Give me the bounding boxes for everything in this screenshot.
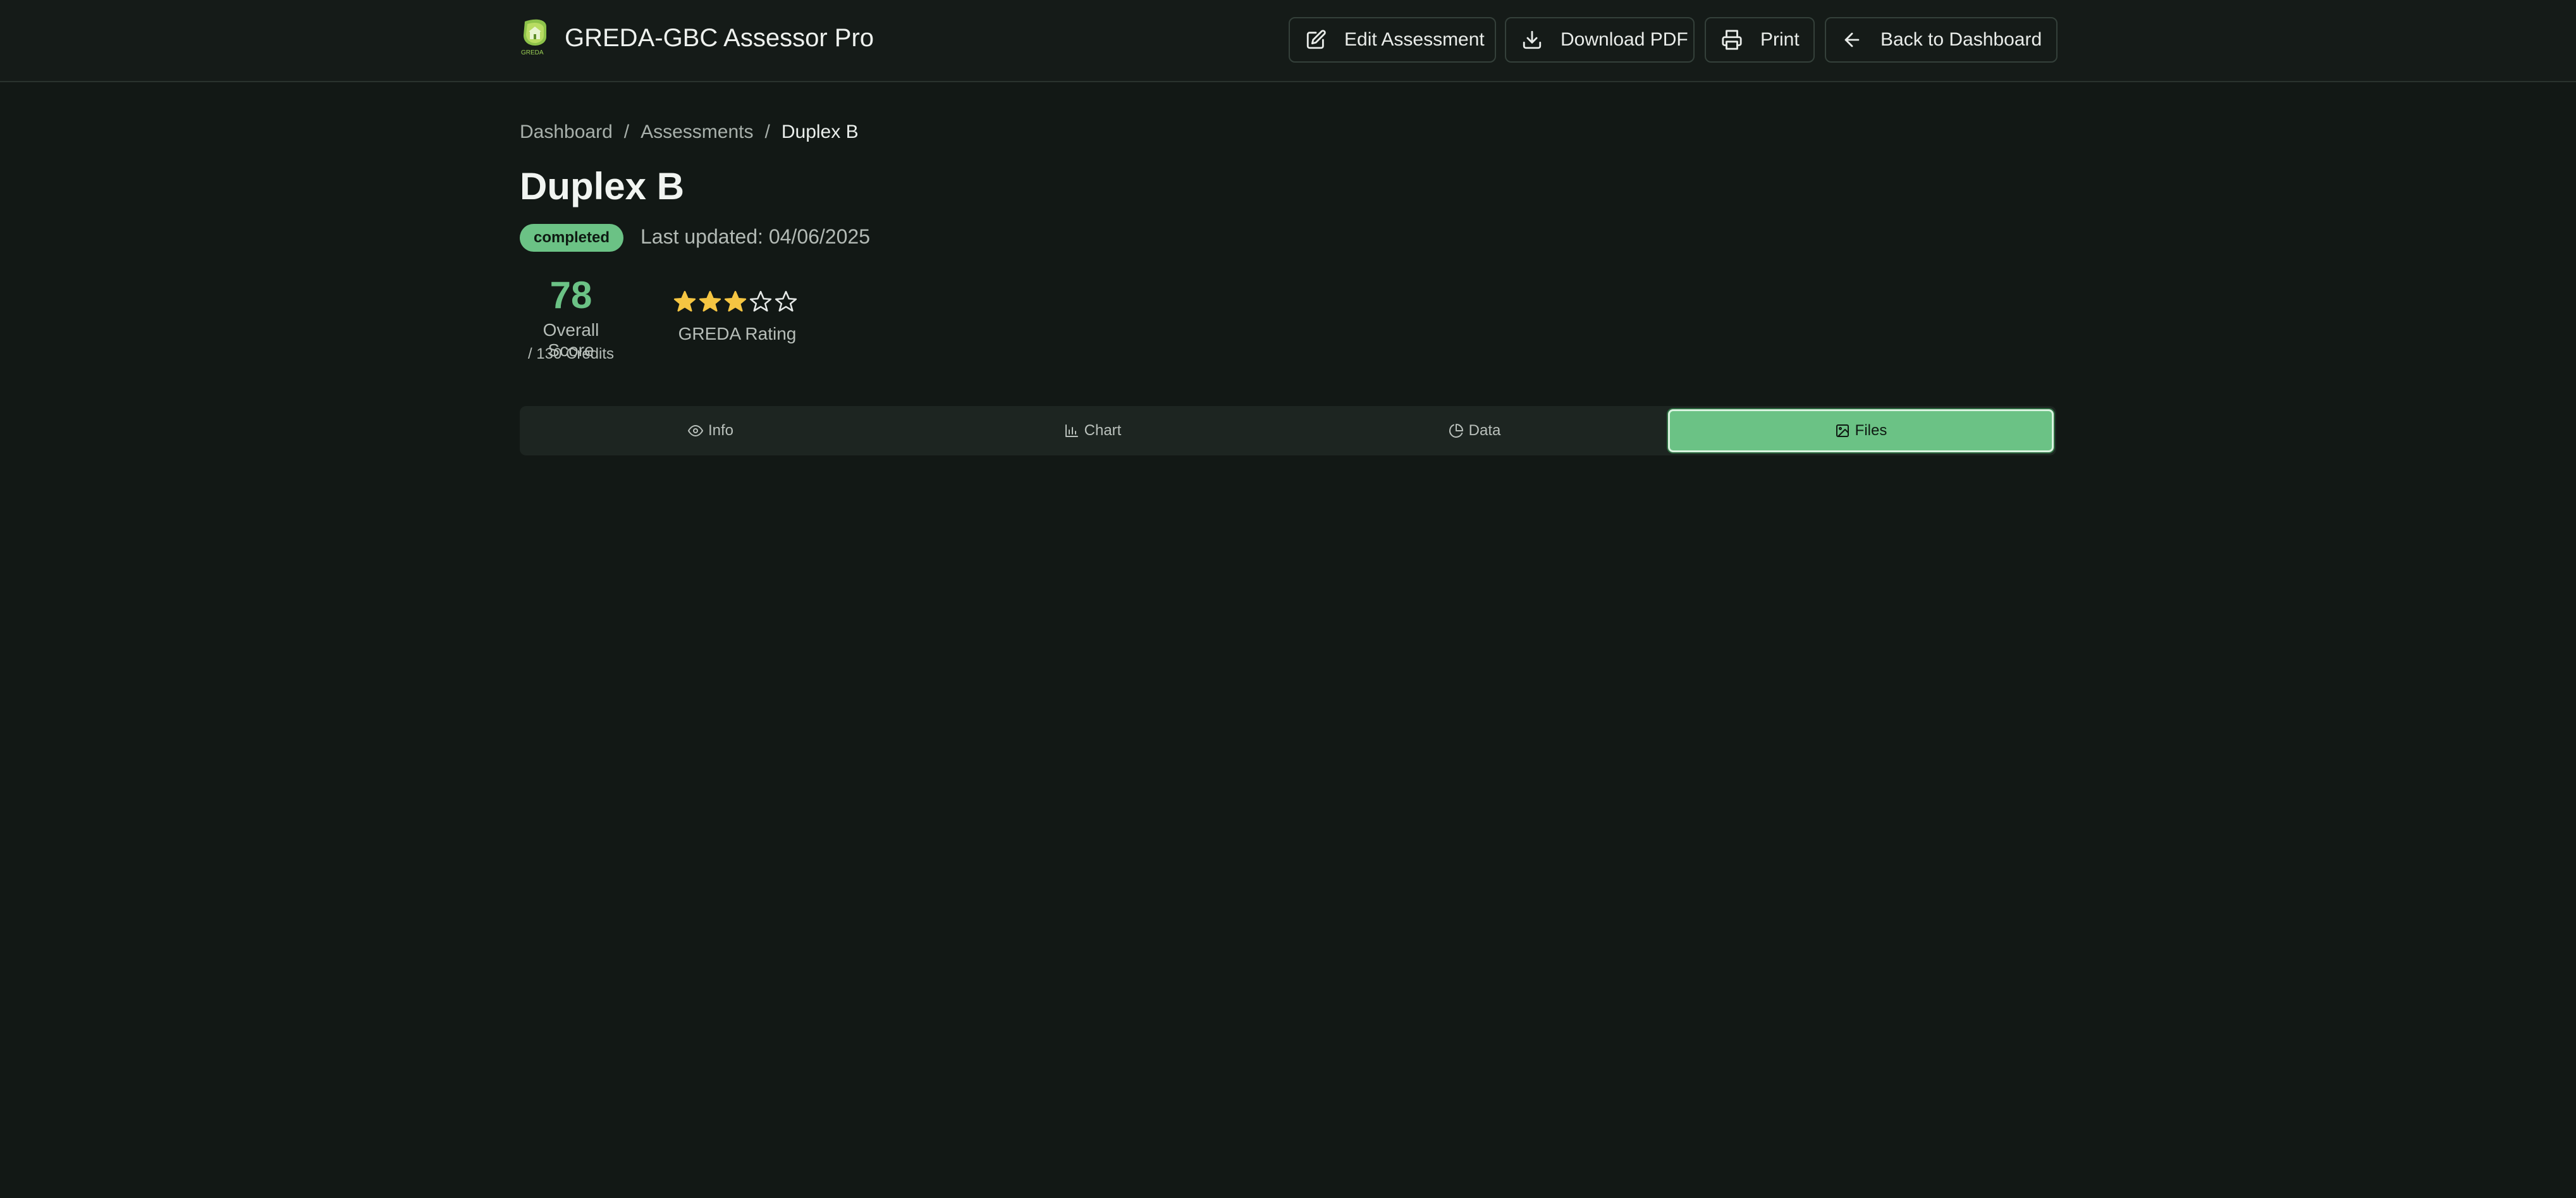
eye-icon bbox=[687, 425, 703, 436]
download-pdf-label: Download PDF bbox=[1561, 29, 1688, 50]
greda-rating-label: GREDA Rating bbox=[678, 324, 797, 343]
star-filled-icon bbox=[699, 290, 721, 312]
assessment-tabs: Info Chart Data Files bbox=[520, 406, 2056, 455]
tab-data-label: Data bbox=[1468, 422, 1501, 439]
back-to-dashboard-button[interactable]: Back to Dashboard bbox=[1825, 17, 2058, 63]
star-empty-icon bbox=[775, 290, 797, 312]
image-icon bbox=[1836, 424, 1849, 437]
star-empty-icon bbox=[749, 290, 772, 312]
breadcrumb-dashboard[interactable]: Dashboard bbox=[520, 121, 613, 143]
tab-info[interactable]: Info bbox=[520, 406, 902, 455]
download-icon bbox=[1523, 30, 1542, 49]
breadcrumb-assessments[interactable]: Assessments bbox=[641, 121, 753, 143]
bar-chart-icon bbox=[1065, 424, 1078, 437]
tab-files-label: Files bbox=[1855, 422, 1887, 439]
status-badge: completed bbox=[520, 224, 624, 252]
greda-logo[interactable]: GREDA bbox=[518, 18, 551, 58]
top-navigation-bar: GREDA GREDA-GBC Assessor Pro Edit Assess… bbox=[0, 0, 2576, 82]
svg-text:GREDA: GREDA bbox=[521, 49, 544, 56]
pie-chart-icon bbox=[1449, 424, 1463, 438]
score-credits: / 130 Credits bbox=[527, 345, 615, 362]
edit-assessment-label: Edit Assessment bbox=[1344, 29, 1485, 50]
page-title: Duplex B bbox=[520, 165, 685, 207]
printer-icon bbox=[1722, 30, 1742, 50]
breadcrumb-separator: / bbox=[764, 121, 770, 142]
star-filled-icon bbox=[724, 290, 747, 312]
tab-data[interactable]: Data bbox=[1284, 406, 1665, 455]
overall-score-value: 78 bbox=[549, 274, 592, 316]
star-filled-icon bbox=[673, 290, 696, 312]
breadcrumb-current: Duplex B bbox=[781, 121, 859, 142]
breadcrumb: Dashboard / Assessments / Duplex B bbox=[520, 121, 859, 143]
edit-icon bbox=[1306, 30, 1326, 49]
back-to-dashboard-label: Back to Dashboard bbox=[1880, 29, 2042, 50]
tab-chart-label: Chart bbox=[1084, 422, 1122, 439]
breadcrumb-separator: / bbox=[623, 121, 630, 142]
print-button[interactable]: Print bbox=[1705, 17, 1815, 63]
greda-rating-stars bbox=[673, 290, 799, 314]
page: GREDA GREDA-GBC Assessor Pro Edit Assess… bbox=[0, 0, 2576, 1198]
last-updated-text: Last updated: 04/06/2025 bbox=[641, 225, 870, 248]
tab-files[interactable]: Files bbox=[1668, 409, 2054, 452]
tab-chart[interactable]: Chart bbox=[902, 406, 1284, 455]
app-title: GREDA-GBC Assessor Pro bbox=[565, 24, 874, 52]
print-label: Print bbox=[1760, 29, 1800, 50]
tab-info-label: Info bbox=[708, 422, 734, 439]
download-pdf-button[interactable]: Download PDF bbox=[1505, 17, 1695, 63]
edit-assessment-button[interactable]: Edit Assessment bbox=[1289, 17, 1496, 63]
arrow-left-icon bbox=[1844, 32, 1860, 47]
